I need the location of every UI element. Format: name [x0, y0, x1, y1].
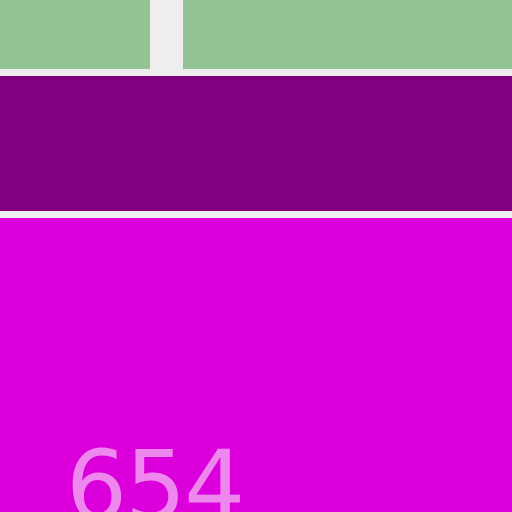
tile-green-left[interactable] — [0, 0, 150, 69]
tile-grid: 654 — [0, 0, 512, 512]
tile-purple[interactable] — [0, 76, 512, 211]
tile-count: 654 — [66, 430, 245, 512]
tile-green-right[interactable] — [183, 0, 512, 69]
